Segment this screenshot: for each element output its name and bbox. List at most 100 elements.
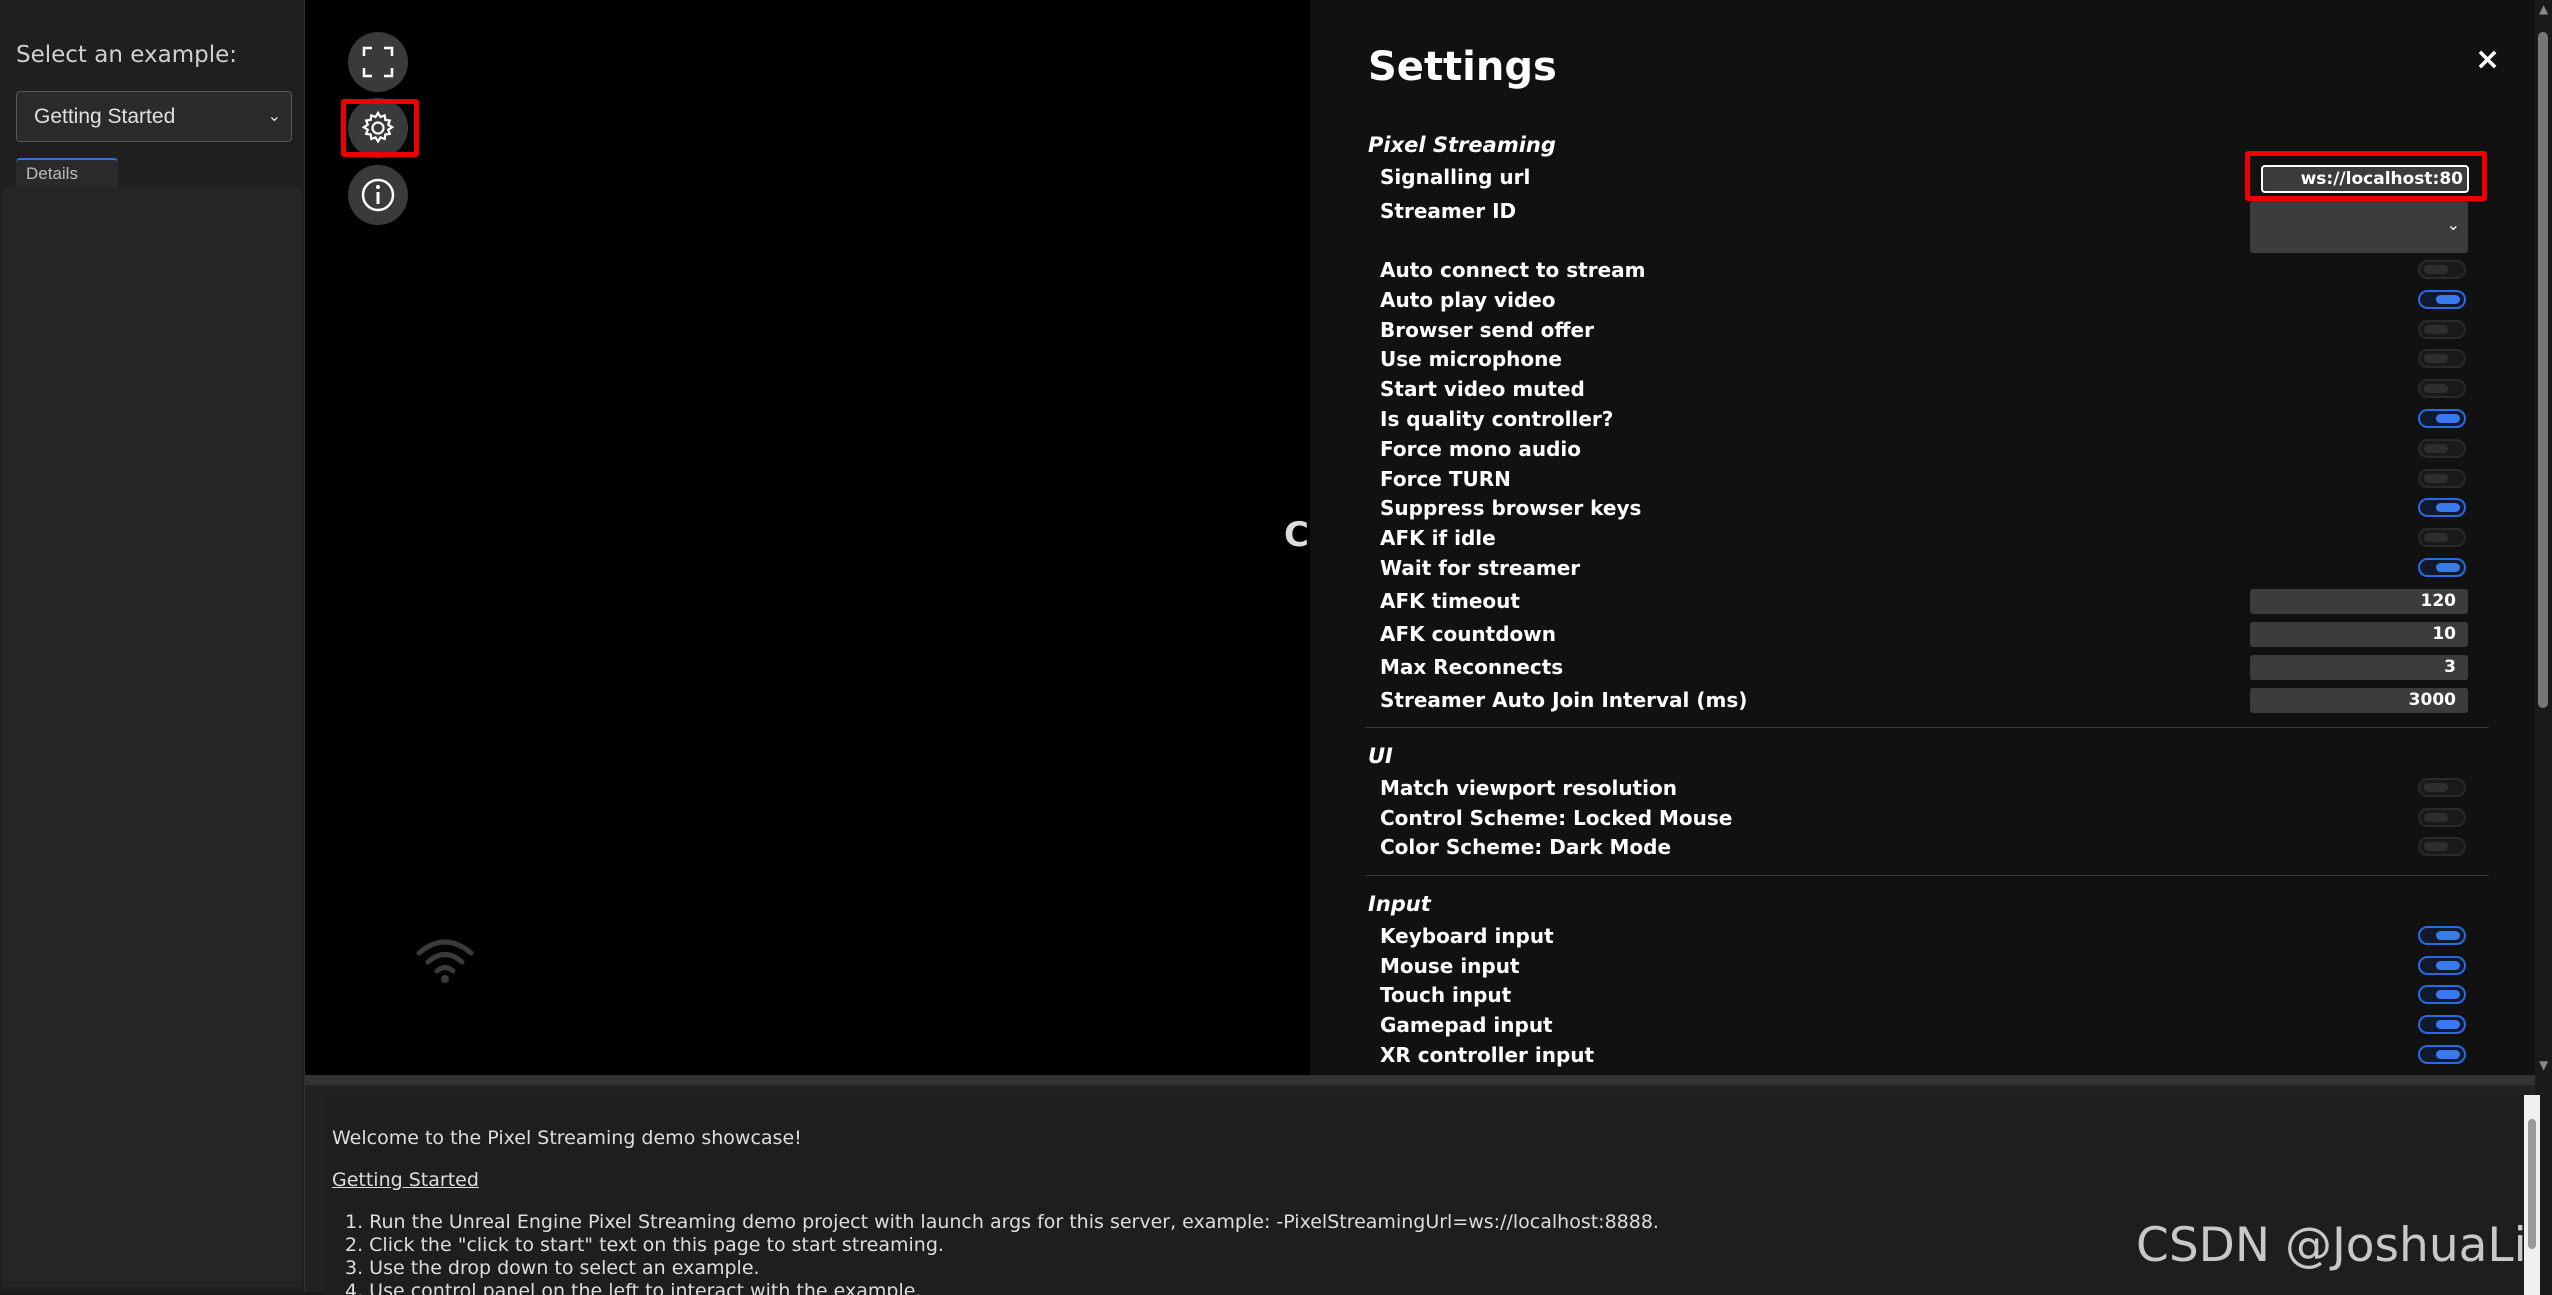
setting-label-color-scheme-dark-mode: Color Scheme: Dark Mode: [1380, 835, 1672, 860]
toggle-knob: [2436, 414, 2460, 423]
settings-title: Settings: [1368, 44, 1557, 90]
setting-label-force-turn: Force TURN: [1380, 466, 1511, 491]
toggle-afk-if-idle[interactable]: [2418, 528, 2466, 548]
setting-label-control-scheme-locked-mouse: Control Scheme: Locked Mouse: [1380, 805, 1733, 830]
setting-label-afk-if-idle: AFK if idle: [1380, 526, 1496, 551]
section-input: Input: [1368, 892, 1431, 916]
details-panel: [3, 187, 301, 1287]
settings-scrollbar[interactable]: ▲ ▼: [2535, 0, 2552, 1075]
toggle-keyboard-input[interactable]: [2418, 926, 2466, 945]
settings-panel: Settings × Pixel Streaming Signalling ur…: [1310, 0, 2535, 1075]
setting-label-suppress-browser-keys: Suppress browser keys: [1380, 496, 1642, 521]
number-input-afk-timeout[interactable]: 120: [2250, 589, 2468, 614]
setting-label-wait-for-streamer: Wait for streamer: [1380, 556, 1581, 580]
toggle-auto-play-video[interactable]: [2418, 289, 2466, 309]
toggle-knob: [2436, 503, 2460, 513]
streamer-id-select[interactable]: ⌄: [2250, 201, 2468, 253]
setting-label-keyboard-input: Keyboard input: [1380, 924, 1554, 948]
setting-label-browser-send-offer: Browser send offer: [1380, 317, 1594, 342]
toggle-knob: [2424, 783, 2448, 792]
number-input-streamer-auto-join-interval-ms[interactable]: 3000: [2250, 688, 2468, 713]
list-item: 4. Use control panel on the left to inte…: [345, 1280, 922, 1295]
toggle-knob: [2436, 960, 2460, 970]
list-item: 2. Click the "click to start" text on th…: [345, 1234, 944, 1256]
toggle-knob: [2424, 842, 2448, 852]
setting-label-afk-countdown: AFK countdown: [1380, 622, 1557, 646]
getting-started-link[interactable]: Getting Started: [332, 1169, 479, 1191]
toggle-mouse-input[interactable]: [2418, 955, 2466, 975]
setting-label-start-video-muted: Start video muted: [1380, 377, 1585, 402]
chevron-down-icon: ⌄: [2446, 215, 2460, 234]
chevron-down-icon: ⌄: [267, 108, 281, 125]
setting-label-touch-input: Touch input: [1380, 983, 1512, 1008]
divider: [1365, 727, 2489, 728]
toggle-use-microphone[interactable]: [2418, 349, 2466, 369]
fullscreen-icon: [362, 46, 394, 78]
welcome-text: Welcome to the Pixel Streaming demo show…: [332, 1127, 802, 1149]
close-icon[interactable]: ×: [2475, 42, 2500, 77]
toggle-suppress-browser-keys[interactable]: [2418, 498, 2466, 518]
setting-label-is-quality-controller: Is quality controller?: [1380, 407, 1614, 431]
toggle-knob: [2436, 294, 2460, 304]
watermark: CSDN @JoshuaLi: [2136, 1218, 2527, 1273]
click-to-start-text[interactable]: C: [1284, 515, 1309, 555]
steps-list: 1. Run the Unreal Engine Pixel Streaming…: [345, 1211, 1659, 1295]
signalling-url-label: Signalling url: [1380, 165, 1531, 189]
example-select-value: Getting Started: [34, 105, 176, 128]
toggle-start-video-muted[interactable]: [2418, 379, 2466, 399]
toggle-knob: [2424, 384, 2448, 394]
setting-label-auto-connect-to-stream: Auto connect to stream: [1380, 258, 1646, 282]
toggle-match-viewport-resolution[interactable]: [2418, 778, 2466, 797]
toggle-knob: [2424, 812, 2448, 822]
toggle-knob: [2436, 563, 2460, 572]
toggle-browser-send-offer[interactable]: [2418, 319, 2466, 339]
toggle-force-mono-audio[interactable]: [2418, 438, 2466, 458]
setting-label-max-reconnects: Max Reconnects: [1380, 655, 1564, 679]
wifi-icon: [416, 939, 474, 983]
toggle-touch-input[interactable]: [2418, 985, 2466, 1005]
toggle-force-turn[interactable]: [2418, 468, 2466, 488]
toggle-gamepad-input[interactable]: [2418, 1015, 2466, 1035]
toggle-knob: [2436, 1049, 2460, 1059]
setting-label-afk-timeout: AFK timeout: [1380, 589, 1520, 613]
toggle-knob: [2436, 990, 2460, 1000]
toggle-knob: [2424, 473, 2448, 483]
setting-label-mouse-input: Mouse input: [1380, 953, 1520, 978]
tab-details[interactable]: Details: [16, 158, 118, 188]
scroll-down-icon[interactable]: ▼: [2539, 1058, 2548, 1072]
setting-label-xr-controller-input: XR controller input: [1380, 1042, 1595, 1067]
url-highlight-box: [2245, 151, 2487, 201]
setting-label-gamepad-input: Gamepad input: [1380, 1013, 1553, 1038]
left-panel: Select an example: Getting Started ⌄ Det…: [0, 0, 305, 1292]
toggle-knob: [2424, 265, 2448, 274]
setting-label-streamer-auto-join-interval-ms: Streamer Auto Join Interval (ms): [1380, 688, 1748, 712]
toggle-knob: [2436, 931, 2460, 940]
toggle-wait-for-streamer[interactable]: [2418, 558, 2466, 577]
toggle-auto-connect-to-stream[interactable]: [2418, 260, 2466, 279]
streamer-id-label: Streamer ID: [1380, 199, 1517, 223]
info-icon: [361, 178, 395, 212]
setting-label-force-mono-audio: Force mono audio: [1380, 436, 1582, 461]
info-button[interactable]: [348, 165, 408, 225]
toggle-knob: [2424, 443, 2448, 453]
number-input-afk-countdown[interactable]: 10: [2250, 622, 2468, 647]
toggle-knob: [2436, 1020, 2460, 1030]
scrollbar-thumb[interactable]: [2538, 32, 2548, 708]
toggle-control-scheme-locked-mouse[interactable]: [2418, 807, 2466, 827]
stream-viewer[interactable]: [305, 0, 1310, 1075]
toggle-is-quality-controller[interactable]: [2418, 409, 2466, 428]
example-select[interactable]: Getting Started ⌄: [16, 91, 292, 142]
setting-label-auto-play-video: Auto play video: [1380, 287, 1556, 312]
number-input-max-reconnects[interactable]: 3: [2250, 655, 2468, 680]
setting-label-match-viewport-resolution: Match viewport resolution: [1380, 776, 1677, 800]
list-item: 3. Use the drop down to select an exampl…: [345, 1257, 760, 1279]
scrollbar-thumb[interactable]: [2528, 1119, 2536, 1249]
toggle-knob: [2424, 354, 2448, 364]
section-pixel-streaming: Pixel Streaming: [1368, 133, 1556, 157]
fullscreen-button[interactable]: [348, 32, 408, 92]
toggle-xr-controller-input[interactable]: [2418, 1044, 2466, 1064]
toggle-color-scheme-dark-mode[interactable]: [2418, 837, 2466, 857]
scroll-up-icon[interactable]: ▲: [2539, 2, 2548, 16]
list-item: 1. Run the Unreal Engine Pixel Streaming…: [345, 1211, 1659, 1233]
setting-label-use-microphone: Use microphone: [1380, 347, 1562, 372]
